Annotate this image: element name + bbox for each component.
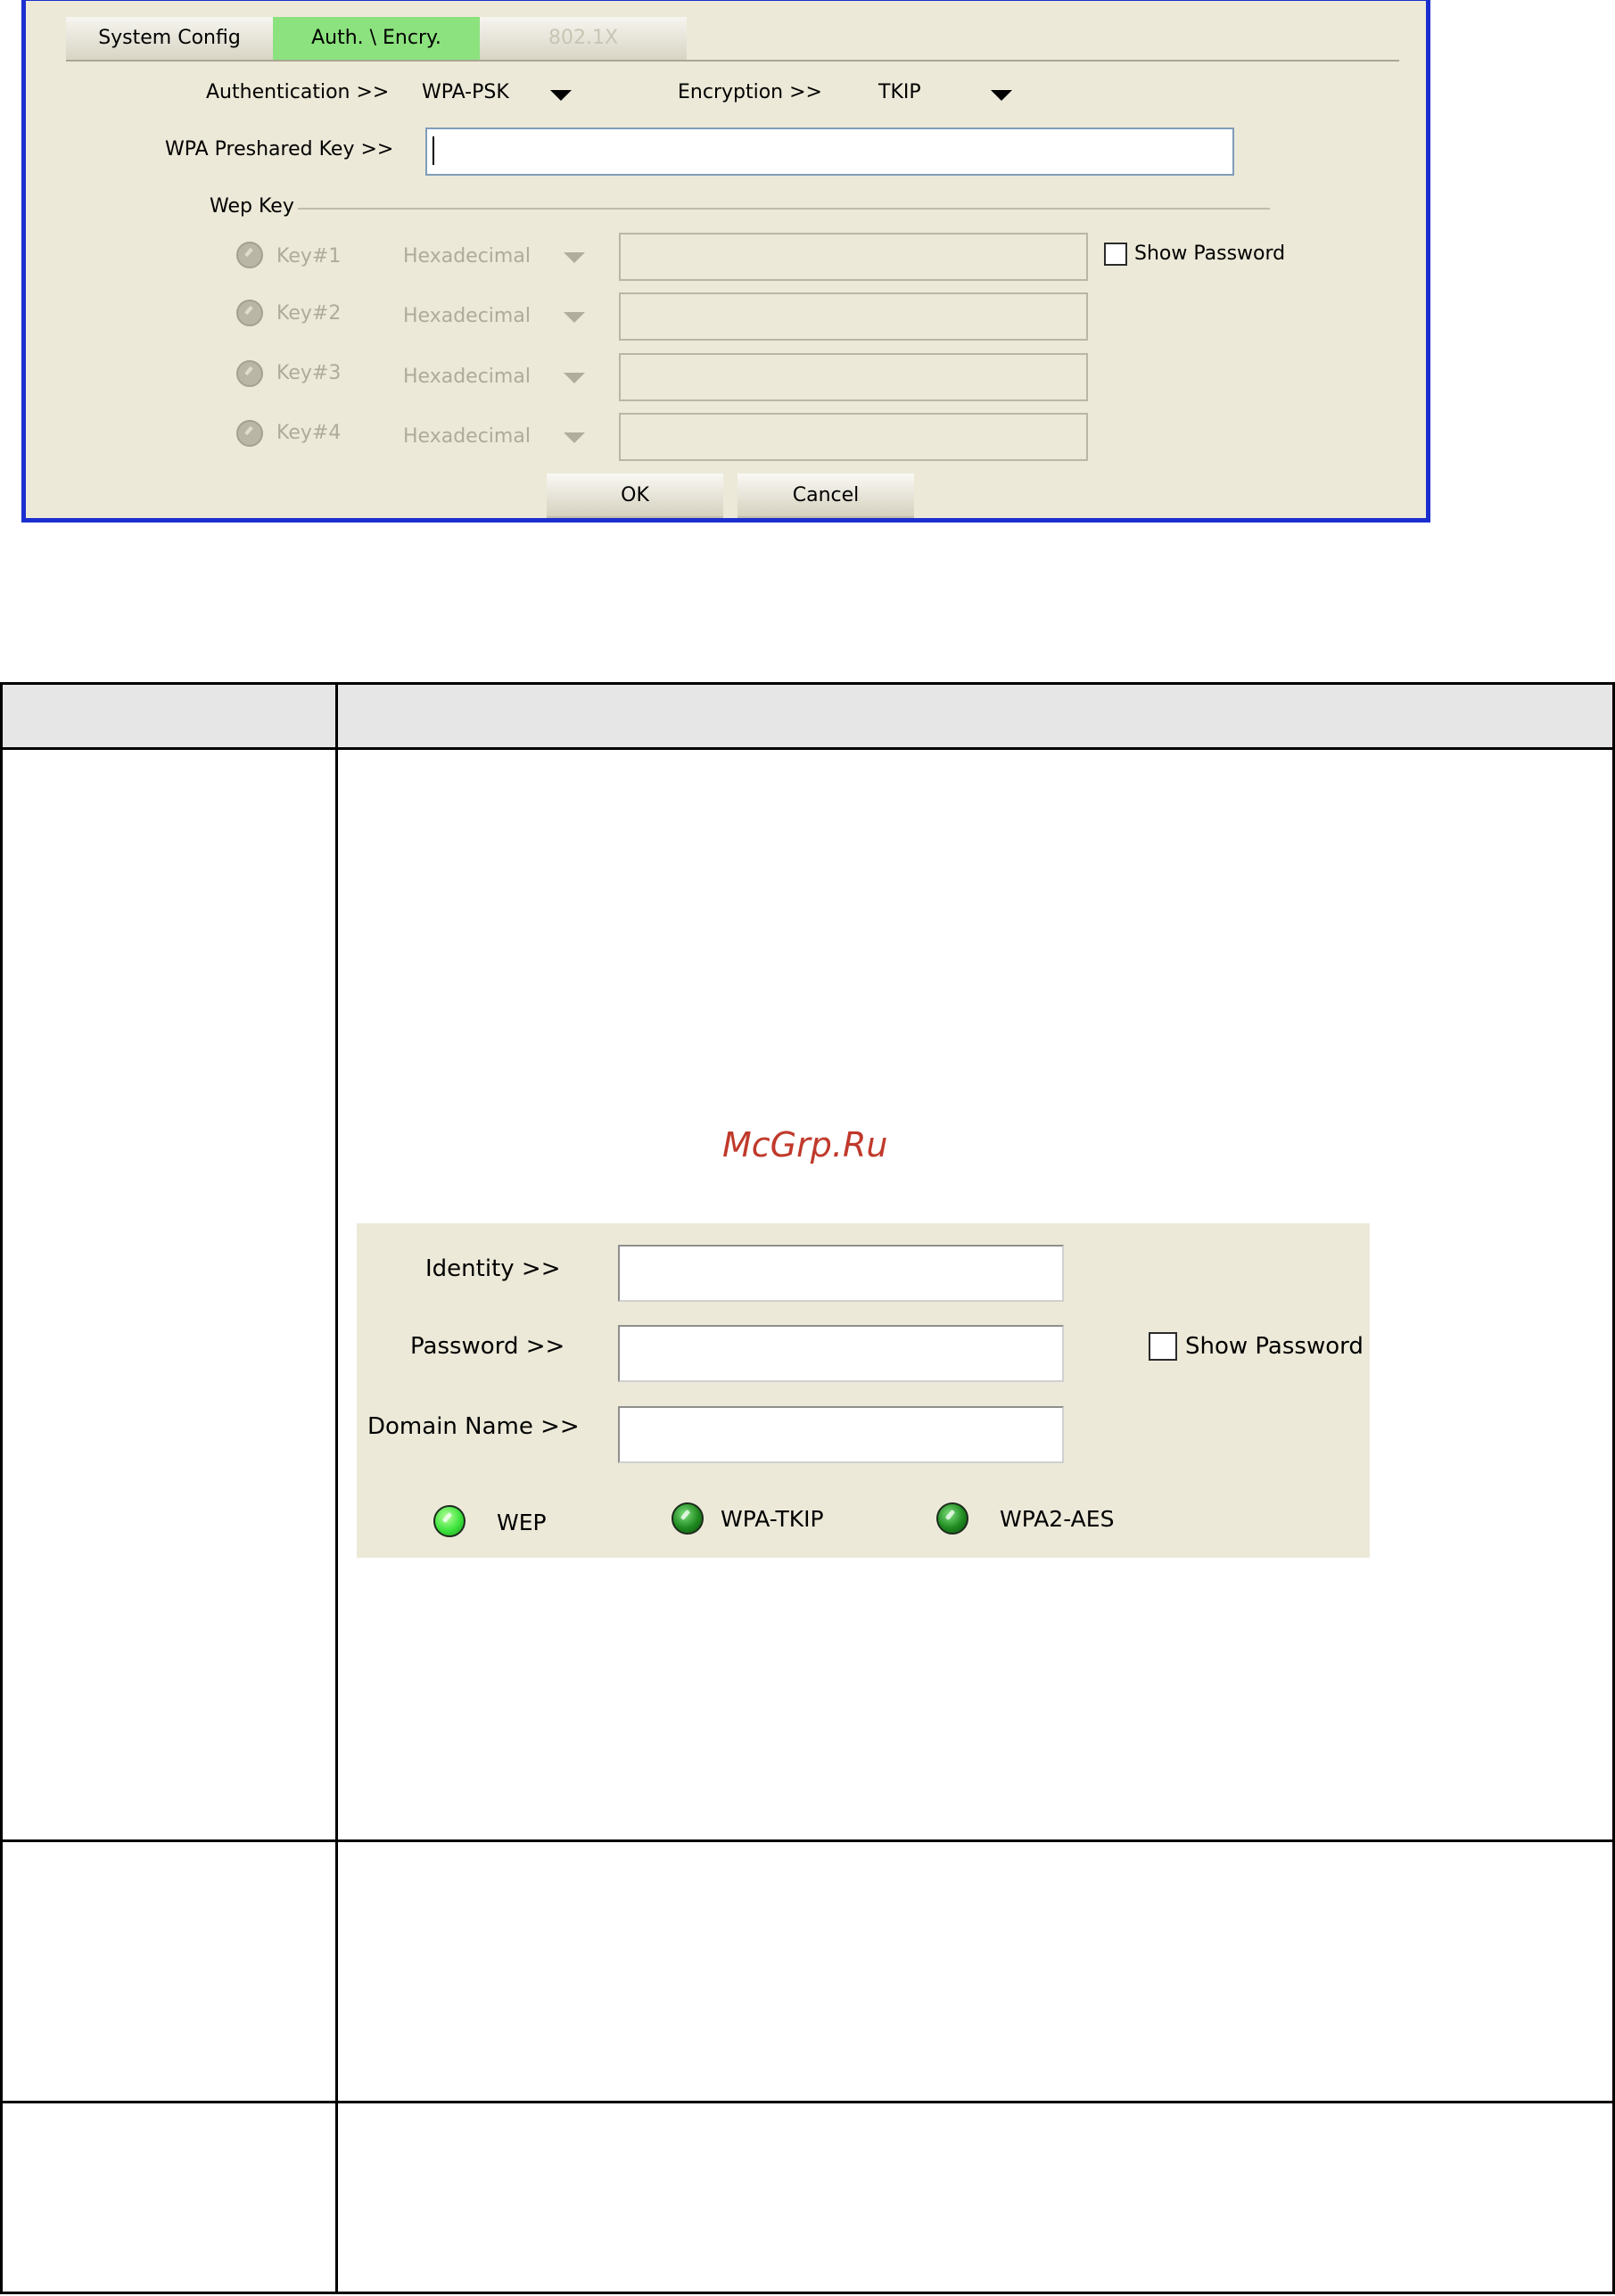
- watermark: McGrp.Ru: [722, 1125, 888, 1164]
- table-row-divider: [0, 1839, 1615, 1842]
- password-input[interactable]: [618, 1325, 1064, 1382]
- chevron-down-icon: [564, 432, 585, 443]
- identity-input[interactable]: [618, 1245, 1064, 1302]
- chevron-down-icon: [550, 90, 572, 101]
- encryption-select[interactable]: TKIP: [875, 76, 1053, 108]
- encryption-label: Encryption >>: [678, 81, 822, 103]
- table-border-top: [0, 682, 1615, 685]
- domain-name-input[interactable]: [618, 1406, 1064, 1463]
- wep-status-led-icon: [433, 1505, 466, 1537]
- ok-button[interactable]: OK: [547, 473, 723, 518]
- group-divider: [298, 208, 1270, 210]
- tab-auth-encry[interactable]: Auth. \ Encry.: [273, 17, 480, 60]
- key4-input: [619, 413, 1088, 461]
- credentials-panel: Identity >> Password >> Domain Name >> S…: [357, 1223, 1370, 1558]
- key3-format: Hexadecimal: [403, 366, 531, 388]
- key2-radio: [236, 300, 263, 326]
- authentication-label: Authentication >>: [206, 81, 390, 103]
- key2-input: [619, 292, 1088, 341]
- show-password-label: Show Password: [1134, 243, 1286, 265]
- key2-label: Key#2: [276, 302, 342, 325]
- text-cursor: [433, 136, 434, 165]
- table-border-bottom: [0, 2292, 1615, 2294]
- preshared-key-input[interactable]: [425, 128, 1234, 176]
- key4-format: Hexadecimal: [403, 425, 531, 448]
- table-border-header: [0, 747, 1615, 750]
- show-password-label: Show Password: [1185, 1333, 1364, 1360]
- key4-radio: [236, 420, 263, 447]
- domain-name-label: Domain Name >>: [367, 1413, 580, 1440]
- show-password-checkbox[interactable]: [1104, 243, 1127, 266]
- chevron-down-icon: [564, 252, 585, 263]
- wpa2-aes-status-led-icon: [936, 1502, 968, 1535]
- tab-system-config[interactable]: System Config: [66, 17, 273, 60]
- key3-radio: [236, 360, 263, 387]
- table-header: [0, 683, 1615, 749]
- wpa-tkip-status-led-icon: [672, 1502, 704, 1535]
- key2-format: Hexadecimal: [403, 305, 531, 327]
- identity-label: Identity >>: [425, 1255, 561, 1282]
- key1-label: Key#1: [276, 245, 342, 267]
- cancel-button[interactable]: Cancel: [737, 473, 914, 518]
- key4-label: Key#4: [276, 422, 342, 444]
- wpa-tkip-label: WPA-TKIP: [721, 1506, 824, 1532]
- wpa2-aes-label: WPA2-AES: [1000, 1506, 1115, 1532]
- key3-label: Key#3: [276, 362, 342, 384]
- tab-8021x: 802.1X: [480, 17, 687, 60]
- authentication-select[interactable]: WPA-PSK: [418, 76, 597, 108]
- password-label: Password >>: [410, 1333, 565, 1360]
- table-column-divider: [335, 682, 338, 2294]
- key1-radio: [236, 242, 263, 268]
- table-border-left: [0, 682, 3, 2294]
- chevron-down-icon: [991, 90, 1012, 101]
- key3-input: [619, 353, 1088, 401]
- chevron-down-icon: [564, 312, 585, 323]
- authentication-value: WPA-PSK: [422, 81, 509, 103]
- encryption-value: TKIP: [878, 81, 921, 103]
- preshared-key-label: WPA Preshared Key >>: [165, 138, 394, 160]
- key1-input: [619, 233, 1088, 281]
- show-password-checkbox[interactable]: [1149, 1332, 1177, 1361]
- chevron-down-icon: [564, 373, 585, 383]
- key1-format: Hexadecimal: [403, 245, 531, 267]
- wep-label: WEP: [497, 1510, 547, 1535]
- table-row-divider: [0, 2101, 1615, 2103]
- wep-key-group-label: Wep Key: [210, 195, 294, 218]
- tab-divider: [66, 60, 1399, 62]
- auth-encry-dialog: System Config Auth. \ Encry. 802.1X Auth…: [21, 0, 1430, 523]
